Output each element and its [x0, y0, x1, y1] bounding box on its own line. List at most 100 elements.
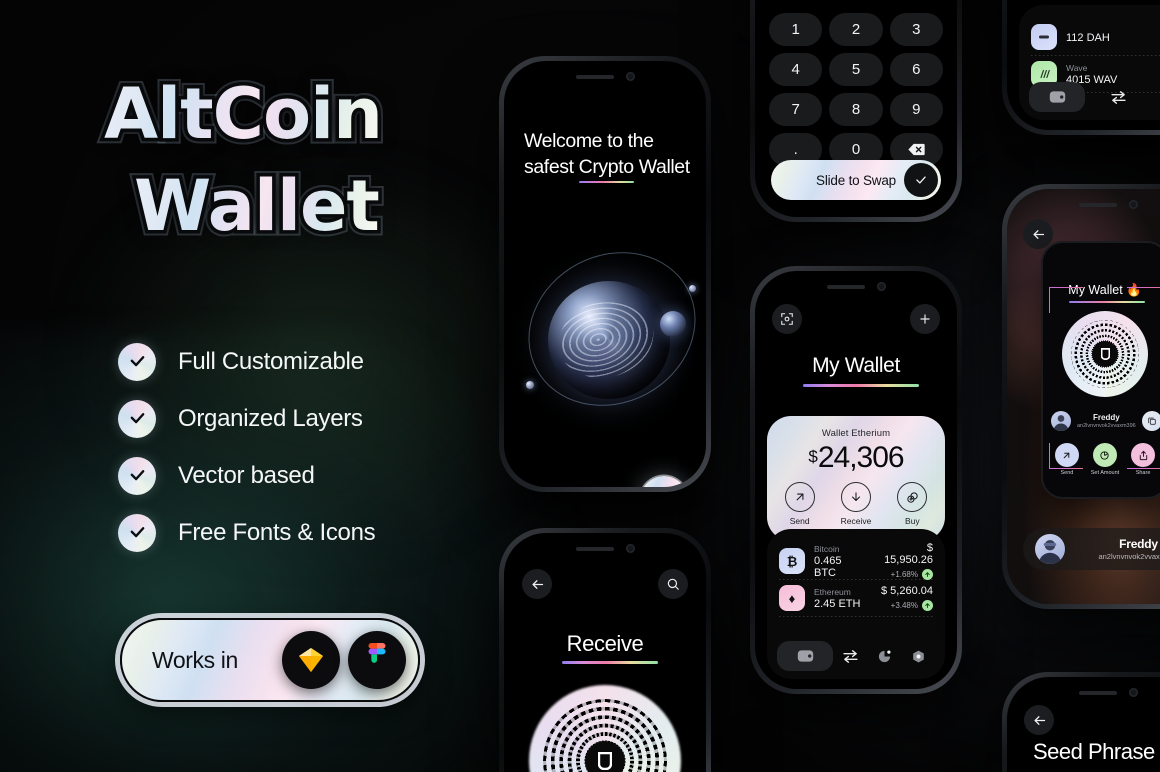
inner-user-info: Freddy an2lvnvnvok2vvaxm396 — [1077, 413, 1136, 429]
inner-send-action[interactable]: Send — [1054, 443, 1079, 476]
avatar — [1035, 534, 1065, 564]
coin-name: Bitcoin — [814, 543, 840, 554]
back-button[interactable] — [1023, 219, 1053, 249]
key-3[interactable]: 3 — [889, 13, 943, 46]
sketch-icon[interactable] — [282, 631, 340, 689]
inner-set-amount-action[interactable]: Set Amount — [1091, 443, 1119, 476]
arrow-down-icon — [841, 482, 871, 512]
add-wallet-button[interactable] — [910, 304, 940, 334]
poster-canvas: AltCoin AltCoin AltCoin Wallet Wallet Wa… — [0, 0, 1160, 772]
list-item[interactable]: 112 DAH + — [1031, 19, 1160, 55]
back-button[interactable] — [522, 569, 552, 599]
figma-icon[interactable] — [348, 631, 406, 689]
hero-title-line-2: Wallet Wallet Wallet — [129, 165, 386, 248]
works-in-badge: Works in — [120, 618, 420, 702]
phone-hand-mockup: My Wallet 🔥 Freddy an2lvnvnvok2vvaxm396 — [1002, 184, 1160, 609]
coin-row[interactable]: ₿ Bitcoin 0.465 BTC $ 15,950.26 +1.68% — [779, 542, 933, 580]
feature-label: Full Customizable — [178, 347, 364, 375]
receive-screen: Receive — [504, 533, 706, 772]
key-4[interactable]: 4 — [769, 53, 823, 86]
dash-icon — [1031, 24, 1057, 50]
tab-wallet[interactable] — [1029, 82, 1085, 112]
inner-actions: Send Set Amount Share — [1049, 443, 1160, 476]
arrow-left-icon — [1034, 715, 1045, 725]
key-8[interactable]: 8 — [829, 93, 883, 126]
receive-label: Receive — [840, 516, 872, 526]
copy-icon[interactable] — [1141, 411, 1160, 431]
coin-name: Ethereum — [814, 586, 851, 597]
scan-button[interactable] — [772, 304, 802, 334]
next-button[interactable] — [640, 476, 688, 487]
feature-label: Vector based — [178, 461, 315, 489]
welcome-heading-highlight: Crypto — [578, 155, 634, 178]
key-2[interactable]: 2 — [829, 13, 883, 46]
coin-values: $ 15,950.26 +1.68% — [875, 542, 933, 580]
user-address: an2lvnvnvok2vvaxm396 — [1077, 423, 1136, 429]
inner-page-title: My Wallet 🔥 — [1068, 283, 1142, 297]
inner-share-action[interactable]: Share — [1131, 443, 1156, 476]
slide-to-swap-slider[interactable]: Slide to Swap — [771, 160, 941, 200]
check-icon — [118, 456, 156, 495]
phone-keypad-screen: 1 2 3 4 5 6 7 8 9 . 0 Slide to Swap — [750, 0, 962, 222]
coin-usd-value: $ 5,260.04 — [881, 585, 933, 597]
tab-swap[interactable] — [1085, 82, 1152, 112]
tab-swap[interactable] — [833, 641, 867, 671]
phone-seed-phrase-screen: Seed Phrase — [1002, 672, 1160, 772]
overlay-user-address: an2lvnvnvok2vvaxm396 — [1098, 552, 1160, 561]
works-in-apps — [282, 631, 406, 689]
hand-mockup-screen: My Wallet 🔥 Freddy an2lvnvnvok2vvaxm396 — [1007, 189, 1160, 604]
receive-action[interactable]: Receive — [840, 482, 872, 526]
balance-amount: $24,306 — [767, 441, 945, 475]
inner-set-amount-label: Set Amount — [1090, 470, 1120, 476]
arrow-left-icon — [1033, 229, 1044, 239]
scan-icon — [781, 313, 793, 325]
row-divider — [779, 616, 933, 617]
feature-item: Vector based — [118, 447, 375, 504]
coin-list: ₿ Bitcoin 0.465 BTC $ 15,950.26 +1.68% ♦… — [767, 529, 945, 679]
arrow-up-right-icon — [784, 482, 815, 512]
phone-notch — [569, 72, 641, 81]
key-6[interactable]: 6 — [889, 53, 943, 86]
back-button[interactable] — [1024, 705, 1054, 735]
balance-value: 24,306 — [817, 441, 905, 474]
coin-values: $ 5,260.04 +3.48% — [881, 585, 933, 611]
search-button[interactable] — [658, 569, 688, 599]
balance-card[interactable]: Wallet Etherium $24,306 Send Receive Buy — [767, 416, 945, 541]
tab-wallet[interactable] — [777, 641, 833, 671]
feature-label: Free Fonts & Icons — [178, 518, 376, 546]
avatar — [1051, 411, 1071, 431]
tab-chart[interactable] — [867, 641, 901, 671]
target-icon — [1092, 443, 1117, 467]
key-1[interactable]: 1 — [769, 13, 823, 46]
tab-settings[interactable] — [901, 641, 935, 671]
bitcoin-icon: ₿ — [779, 548, 805, 574]
title-underline — [803, 384, 919, 387]
page-title: My Wallet — [812, 354, 900, 377]
slide-knob[interactable] — [904, 163, 938, 197]
my-wallet-screen: My Wallet Wallet Etherium $24,306 Send R… — [755, 271, 957, 689]
plus-icon — [920, 314, 930, 324]
hero-title-fill-2: Wallet — [134, 165, 380, 248]
settings-icon — [912, 650, 924, 662]
title-underline — [562, 661, 658, 664]
tab-chart[interactable] — [1152, 82, 1160, 112]
hero-title-line-1: AltCoin AltCoin AltCoin — [99, 73, 389, 154]
coin-row[interactable]: ♦ Ethereum 2.45 ETH $ 5,260.04 +3.48% — [779, 580, 933, 616]
key-7[interactable]: 7 — [769, 93, 823, 126]
coin-holding: 112 DAH — [1066, 31, 1110, 44]
qr-center-logo — [1092, 341, 1118, 367]
user-name: Freddy — [1093, 413, 1120, 422]
buy-label: Buy — [905, 516, 920, 526]
currency-symbol: $ — [808, 447, 818, 466]
key-9[interactable]: 9 — [889, 93, 943, 126]
send-action[interactable]: Send — [784, 482, 815, 526]
numeric-keypad: 1 2 3 4 5 6 7 8 9 . 0 — [769, 13, 943, 166]
asset-list-screen: 112 DAH + Wave 4015 WAV — [1007, 0, 1160, 130]
buy-action[interactable]: Buy — [897, 482, 928, 526]
user-overlay-card[interactable]: Freddy an2lvnvnvok2vvaxm396 — [1023, 528, 1160, 570]
inner-user-row: Freddy an2lvnvnvok2vvaxm396 — [1051, 411, 1160, 431]
welcome-heading: Welcome to the safest Crypto Wallet — [524, 129, 696, 180]
wallet-topbar — [772, 304, 940, 334]
trend-up-icon — [922, 600, 933, 611]
key-5[interactable]: 5 — [829, 53, 883, 86]
